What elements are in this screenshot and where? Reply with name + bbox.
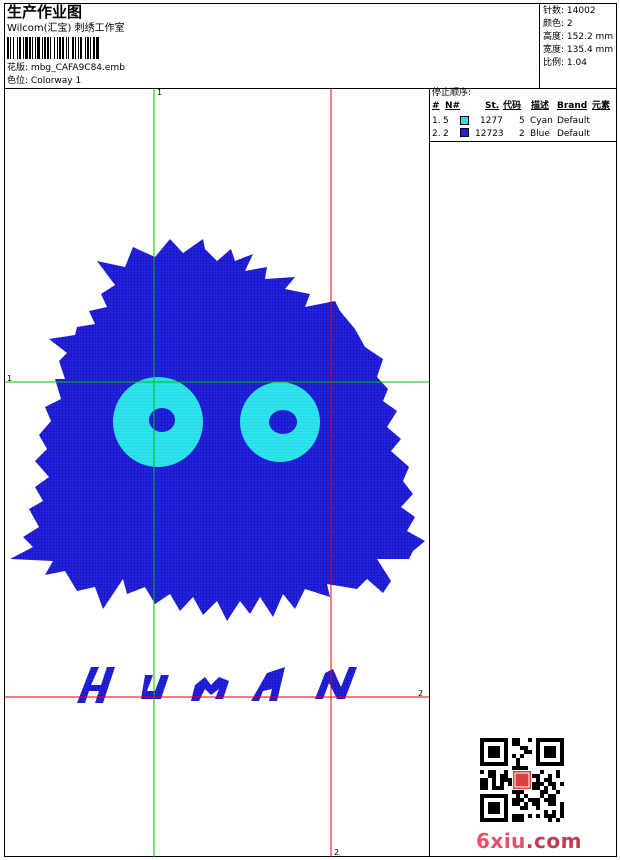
colorway-name: Colorway 1	[30, 76, 82, 86]
stat-width: 宽度: 135.4 mm	[543, 45, 614, 55]
letter-u	[141, 675, 169, 699]
col-header-code: 代码	[503, 101, 522, 111]
right-pupil	[269, 410, 297, 434]
color-swatch-cyan	[460, 116, 469, 125]
col-header-index: #	[432, 101, 440, 111]
page-title: 生产作业图	[7, 3, 83, 21]
barcode	[7, 37, 99, 59]
design-file-name: mbg_CAFA9C84.emb	[30, 63, 125, 73]
letter-a	[251, 667, 285, 701]
panel-divider	[429, 88, 430, 857]
design-canvas	[5, 89, 429, 857]
col-header-description: 描述	[531, 101, 550, 111]
stat-colors: 颜色: 2	[543, 19, 573, 29]
stat-stitches: 针数: 14002	[543, 6, 596, 16]
stats-box: 针数: 14002 颜色: 2 高度: 152.2 mm 宽度: 135.4 m…	[539, 3, 617, 88]
stat-height: 高度: 152.2 mm	[543, 32, 614, 42]
col-header-needle: N#	[445, 101, 461, 111]
guide-red-v-label: 2	[334, 848, 340, 857]
col-header-brand: Brand	[557, 101, 588, 111]
letter-n	[315, 667, 357, 699]
guide-red-h-label: 2	[418, 689, 424, 698]
stop-sequence-title: 停止顺序:	[432, 88, 472, 98]
company-name: Wilcom(汇宝) 刺绣工作室	[7, 23, 125, 34]
seal-stamp	[513, 771, 531, 789]
col-header-stitches: St.	[485, 101, 500, 111]
guide-green-h-label: 1	[7, 374, 13, 383]
design-text	[77, 667, 357, 703]
letter-h	[77, 667, 115, 703]
left-pupil	[149, 408, 175, 432]
colorway-row: 色位: Colorway 1	[7, 76, 81, 87]
design-file-label: 花版:	[7, 63, 29, 73]
monster-body	[10, 239, 425, 621]
design-file-row: 花版: mbg_CAFA9C84.emb	[7, 63, 125, 74]
colorway-label: 色位:	[7, 76, 29, 86]
stat-scale: 比例: 1.04	[543, 58, 587, 68]
qr-code	[480, 738, 564, 822]
color-swatch-blue	[460, 128, 469, 137]
table-divider	[429, 141, 617, 142]
guide-green-v-label: 1	[157, 88, 163, 97]
site-logo: 6xiu.com	[476, 829, 582, 853]
col-header-element: 元素	[592, 101, 611, 111]
